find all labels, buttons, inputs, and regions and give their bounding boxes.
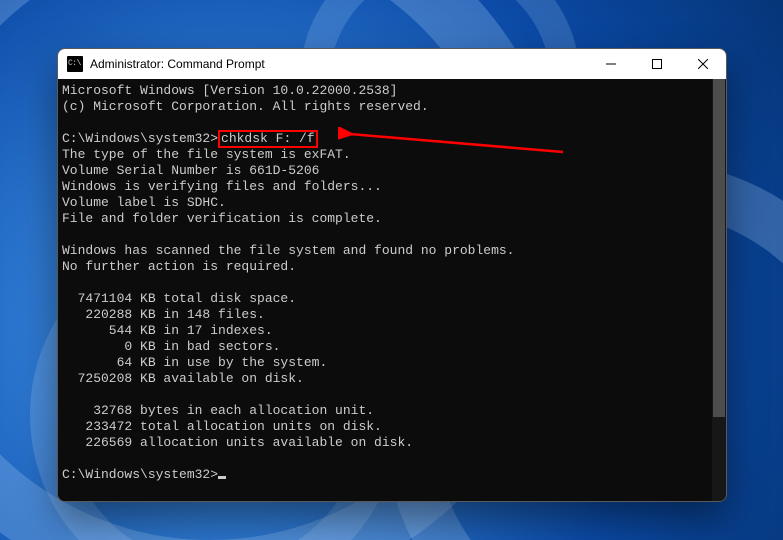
stat-line: 7471104 KB total disk space. [62,291,296,306]
scrollbar-thumb[interactable] [713,79,725,417]
cursor [218,476,226,479]
stat-line: 0 KB in bad sectors. [62,339,280,354]
alloc-line: 226569 allocation units available on dis… [62,435,413,450]
minimize-button[interactable] [588,49,634,79]
window-title: Administrator: Command Prompt [90,57,588,71]
prompt-path: C:\Windows\system32> [62,131,218,146]
stat-line: 220288 KB in 148 files. [62,307,265,322]
stat-line: 64 KB in use by the system. [62,355,327,370]
alloc-line: 32768 bytes in each allocation unit. [62,403,374,418]
version-line: Microsoft Windows [Version 10.0.22000.25… [62,83,397,98]
alloc-line: 233472 total allocation units on disk. [62,419,382,434]
command-prompt-window: C:\ Administrator: Command Prompt Micros… [57,48,727,502]
output-line: File and folder verification is complete… [62,211,382,226]
output-line: Windows is verifying files and folders..… [62,179,382,194]
output-line: The type of the file system is exFAT. [62,147,351,162]
titlebar[interactable]: C:\ Administrator: Command Prompt [58,49,726,79]
cmd-icon: C:\ [67,56,83,72]
output-line: Windows has scanned the file system and … [62,243,514,258]
terminal-output[interactable]: Microsoft Windows [Version 10.0.22000.25… [58,79,726,501]
close-button[interactable] [680,49,726,79]
stat-line: 7250208 KB available on disk. [62,371,304,386]
scrollbar[interactable] [712,79,726,501]
annotation-arrow [338,127,568,157]
highlighted-command: chkdsk F: /f [218,130,318,148]
stat-line: 544 KB in 17 indexes. [62,323,273,338]
output-line: Volume label is SDHC. [62,195,226,210]
output-line: No further action is required. [62,259,296,274]
maximize-button[interactable] [634,49,680,79]
output-line: Volume Serial Number is 661D-5206 [62,163,319,178]
copyright-line: (c) Microsoft Corporation. All rights re… [62,99,429,114]
prompt-path: C:\Windows\system32> [62,467,218,482]
